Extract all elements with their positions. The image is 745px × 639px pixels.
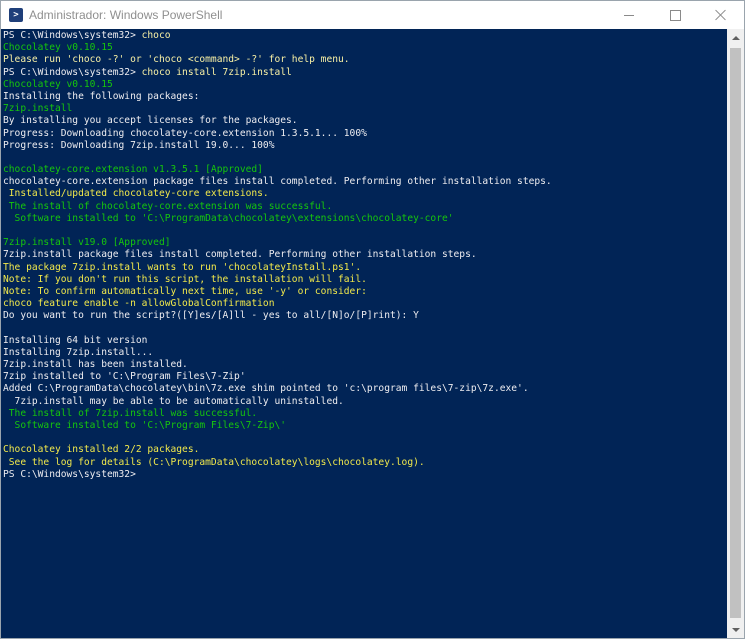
- console-line: 7zip.install has been installed.: [3, 359, 727, 371]
- console-line: See the log for details (C:\ProgramData\…: [3, 457, 727, 469]
- console-line: Installing 7zip.install...: [3, 347, 727, 359]
- console-line: Installing the following packages:: [3, 91, 727, 103]
- console-line: Do you want to run the script?([Y]es/[A]…: [3, 310, 727, 322]
- console-line: Please run 'choco -?' or 'choco <command…: [3, 54, 727, 66]
- window-title: Administrador: Windows PowerShell: [29, 8, 223, 22]
- console-line: Installing 64 bit version: [3, 335, 727, 347]
- console-line: 7zip installed to 'C:\Program Files\7-Zi…: [3, 371, 727, 383]
- console-line: 7zip.install package files install compl…: [3, 249, 727, 261]
- console-line-text: 7zip.install: [3, 103, 73, 115]
- console-line-text: Note: If you don't run this script, the …: [3, 273, 367, 285]
- console-line: Note: If you don't run this script, the …: [3, 274, 727, 286]
- console-output[interactable]: PS C:\Windows\system32> choco Chocolatey …: [1, 29, 727, 638]
- console-line: Progress: Downloading 7zip.install 19.0.…: [3, 140, 727, 152]
- console-line-text: 7zip installed to 'C:\Program Files\7-Zi…: [3, 371, 246, 383]
- console-line-text: The install of 7zip.install was successf…: [3, 407, 258, 419]
- console-line: Software installed to 'C:\Program Files\…: [3, 420, 727, 432]
- console-line-text: The package 7zip.install wants to run 'c…: [3, 261, 362, 273]
- console-line: PS C:\Windows\system32> choco install 7z…: [3, 67, 727, 79]
- title-bar[interactable]: > Administrador: Windows PowerShell: [1, 1, 744, 29]
- console-line: Installed/updated chocolatey-core extens…: [3, 188, 727, 200]
- powershell-window: > Administrador: Windows PowerShell PS C…: [0, 0, 745, 639]
- console-line-text: Chocolatey v0.10.15: [3, 42, 113, 54]
- console-line-text: Installing 64 bit version: [3, 334, 148, 346]
- console-line-text: Chocolatey v0.10.15: [3, 78, 113, 90]
- maximize-icon: [669, 9, 681, 21]
- console-line: Chocolatey v0.10.15: [3, 79, 727, 91]
- console-line-text: See the log for details (C:\ProgramData\…: [3, 456, 425, 468]
- console-line-text: PS C:\Windows\system32>: [3, 66, 142, 78]
- close-button[interactable]: [698, 1, 744, 29]
- console-line-text: 7zip.install has been installed.: [3, 359, 188, 371]
- chevron-up-icon: [731, 35, 740, 40]
- console-line-text: Progress: Downloading chocolatey-core.ex…: [3, 127, 367, 139]
- console-line: Added C:\ProgramData\chocolatey\bin\7z.e…: [3, 383, 727, 395]
- console-line: 7zip.install: [3, 103, 727, 115]
- console-line-text: Software installed to 'C:\ProgramData\ch…: [3, 212, 454, 224]
- console-line-text: 7zip.install v19.0 [Approved]: [3, 237, 171, 249]
- minimize-icon: [624, 14, 634, 16]
- console-line: The package 7zip.install wants to run 'c…: [3, 262, 727, 274]
- console-line: Progress: Downloading chocolatey-core.ex…: [3, 128, 727, 140]
- scroll-down-button[interactable]: [727, 621, 744, 638]
- window-controls: [606, 1, 744, 29]
- console-line-text: 7zip.install may be able to be automatic…: [3, 395, 344, 407]
- scroll-up-button[interactable]: [727, 29, 744, 46]
- powershell-icon[interactable]: >: [9, 8, 23, 22]
- console-command: choco install 7zip.install: [141, 66, 292, 78]
- console-line: Chocolatey installed 2/2 packages.: [3, 444, 727, 456]
- console-line-text: chocolatey-core.extension package files …: [3, 176, 552, 188]
- console-line-text: 7zip.install package files install compl…: [3, 249, 477, 261]
- close-icon: [715, 9, 727, 21]
- console-line-text: Progress: Downloading 7zip.install 19.0.…: [3, 139, 275, 151]
- console-line-text: Software installed to 'C:\Program Files\…: [3, 420, 287, 431]
- console-line: The install of 7zip.install was successf…: [3, 408, 727, 420]
- console-line-text: The install of chocolatey-core.extension…: [3, 200, 333, 212]
- console-line: PS C:\Windows\system32>: [3, 469, 727, 481]
- chevron-down-icon: [731, 627, 740, 632]
- console-line-text: Chocolatey installed 2/2 packages.: [3, 444, 200, 456]
- console-line-text: Added C:\ProgramData\chocolatey\bin\7z.e…: [3, 383, 529, 395]
- console-line-text: Please run 'choco -?' or 'choco <command…: [3, 54, 350, 66]
- console-line: Note: To confirm automatically next time…: [3, 286, 727, 298]
- console-line: 7zip.install v19.0 [Approved]: [3, 237, 727, 249]
- console-line: PS C:\Windows\system32> choco: [3, 30, 727, 42]
- console-line: By installing you accept licenses for th…: [3, 115, 727, 127]
- console-line-text: Note: To confirm automatically next time…: [3, 285, 367, 297]
- scrollbar-thumb[interactable]: [730, 48, 741, 618]
- vertical-scrollbar[interactable]: [727, 29, 744, 638]
- maximize-button[interactable]: [652, 1, 698, 29]
- console-line-text: By installing you accept licenses for th…: [3, 115, 298, 127]
- console-command: choco: [141, 30, 171, 41]
- console-line: chocolatey-core.extension v1.3.5.1 [Appr…: [3, 164, 727, 176]
- console-line-text: Installing 7zip.install...: [3, 346, 154, 358]
- console-line: 7zip.install may be able to be automatic…: [3, 396, 727, 408]
- console-line-text: Installing the following packages:: [3, 90, 200, 102]
- console-line-text: choco feature enable -n allowGlobalConfi…: [3, 298, 275, 310]
- console-line-text: PS C:\Windows\system32>: [3, 468, 142, 480]
- console-line: Software installed to 'C:\ProgramData\ch…: [3, 213, 727, 225]
- console-line-text: Do you want to run the script?([Y]es/[A]…: [3, 310, 419, 322]
- console-line: The install of chocolatey-core.extension…: [3, 201, 727, 213]
- console-line: choco feature enable -n allowGlobalConfi…: [3, 298, 727, 310]
- console-line-text: chocolatey-core.extension v1.3.5.1 [Appr…: [3, 164, 263, 176]
- console-line-text: Installed/updated chocolatey-core extens…: [3, 188, 269, 200]
- console-line-text: PS C:\Windows\system32>: [3, 30, 142, 41]
- console-line: Chocolatey v0.10.15: [3, 42, 727, 54]
- console-line: chocolatey-core.extension package files …: [3, 176, 727, 188]
- minimize-button[interactable]: [606, 1, 652, 29]
